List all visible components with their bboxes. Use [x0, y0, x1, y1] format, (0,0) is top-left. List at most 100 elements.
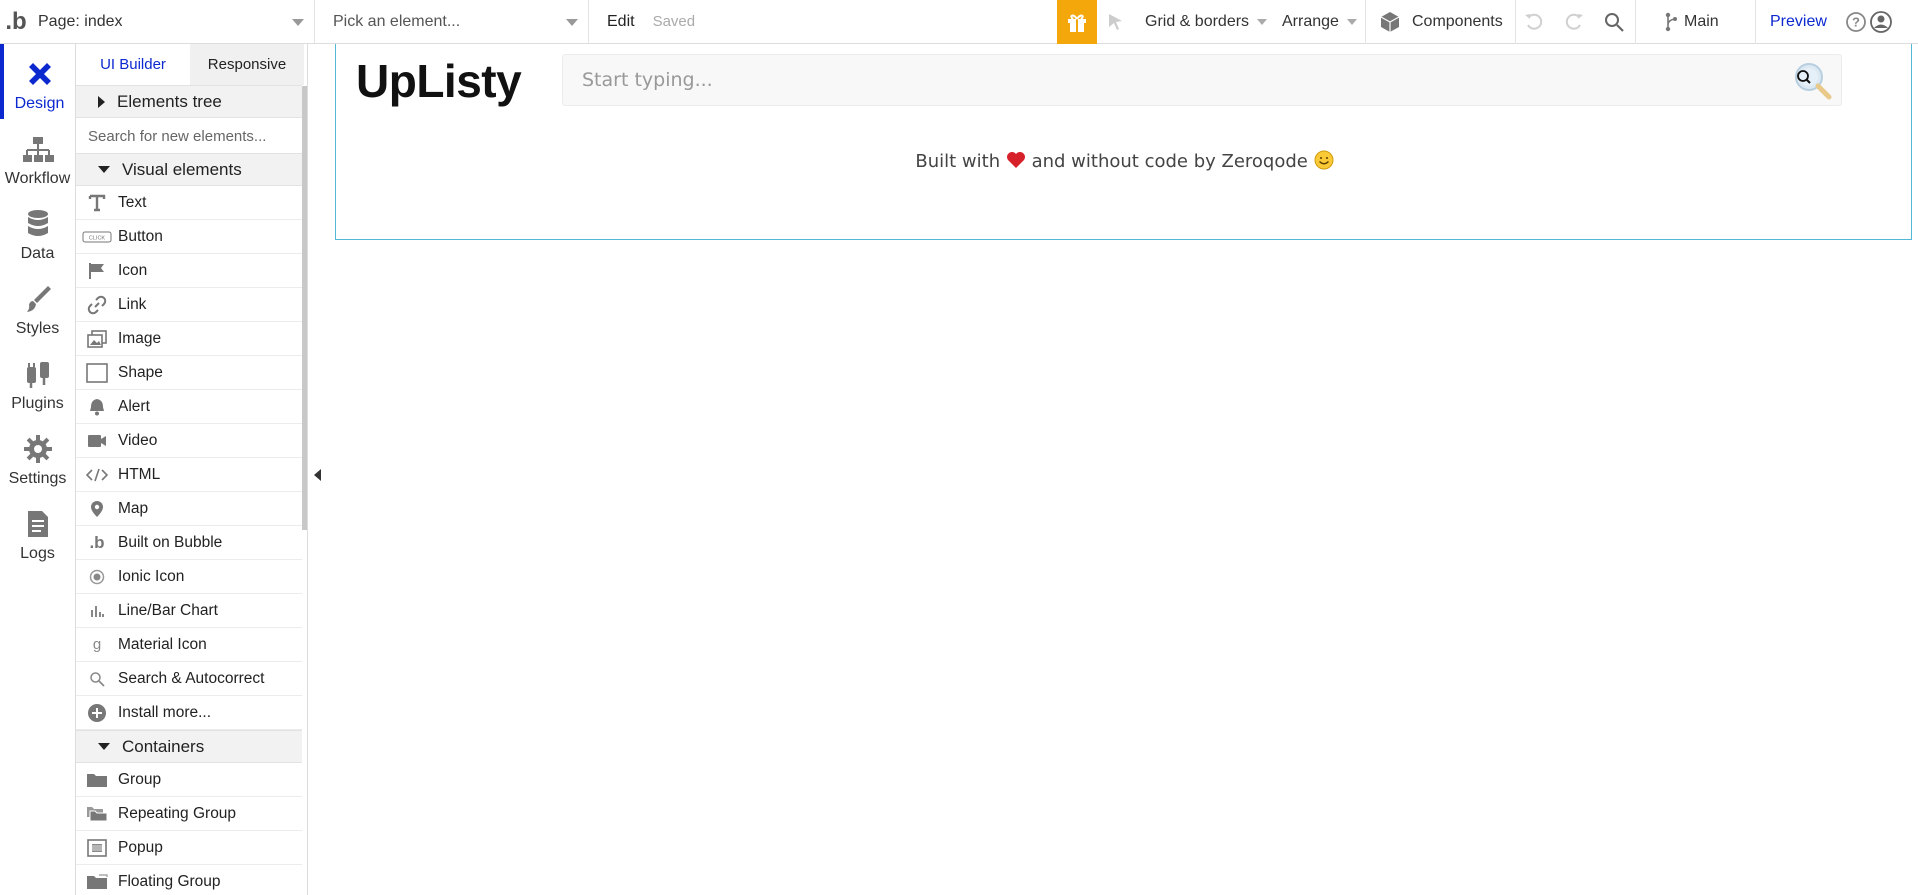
bubble-b-icon: .b [89, 532, 105, 552]
element-icon[interactable]: Icon [76, 254, 302, 288]
tab-responsive[interactable]: Responsive [190, 44, 304, 85]
help-button[interactable]: ? [1845, 0, 1867, 44]
redo-icon [1565, 13, 1583, 30]
element-button[interactable]: CLICK Button [76, 220, 302, 254]
branch-label: Main [1684, 13, 1719, 30]
element-label: Alert [118, 397, 150, 415]
caret-down-icon [98, 166, 110, 173]
redo-button[interactable] [1563, 0, 1585, 44]
button-icon: CLICK [76, 231, 118, 243]
help-icon: ? [1846, 12, 1866, 32]
search-button[interactable] [1603, 0, 1625, 44]
containers-header[interactable]: Containers [76, 730, 302, 763]
nav-design[interactable]: Design [0, 44, 75, 119]
element-install-more[interactable]: Install more... [76, 696, 302, 730]
svg-text:CLICK: CLICK [89, 235, 106, 241]
folders-icon [76, 806, 118, 822]
chevron-down-icon [1346, 19, 1357, 25]
page-preview-frame[interactable]: UpListy Built with and without code by Z… [335, 44, 1912, 240]
material-g-icon: g [92, 636, 102, 653]
undo-button[interactable] [1523, 0, 1545, 44]
element-html[interactable]: HTML [76, 458, 302, 492]
edit-menu[interactable]: Edit [607, 13, 635, 31]
collapse-palette-icon[interactable] [314, 469, 321, 481]
image-icon [76, 329, 118, 348]
preview-link[interactable]: Preview [1770, 0, 1827, 44]
element-alert[interactable]: Alert [76, 390, 302, 424]
arrange-menu[interactable]: Arrange [1282, 0, 1357, 44]
design-icon [28, 63, 51, 85]
magnifier-icon [76, 671, 118, 687]
code-icon [76, 468, 118, 482]
gift-button[interactable] [1057, 0, 1097, 44]
element-floating-group[interactable]: Floating Group [76, 865, 302, 895]
element-text[interactable]: Text [76, 186, 302, 220]
element-line-bar-chart[interactable]: Line/Bar Chart [76, 594, 302, 628]
nav-plugins[interactable]: Plugins [0, 344, 75, 419]
element-label: Ionic Icon [118, 567, 185, 585]
elements-tree-header[interactable]: Elements tree [76, 85, 302, 118]
brand-logo-text[interactable]: UpListy [356, 54, 522, 108]
element-image[interactable]: Image [76, 322, 302, 356]
built-with-author-text: and without code by Zeroqode [1031, 151, 1308, 172]
nav-data[interactable]: Data [0, 194, 75, 269]
magnifier-icon[interactable] [1791, 61, 1835, 101]
chevron-down-icon [292, 19, 304, 26]
element-group[interactable]: Group [76, 763, 302, 797]
visual-elements-label: Visual elements [122, 159, 242, 179]
element-picker[interactable]: Pick an element... [315, 0, 589, 43]
element-video[interactable]: Video [76, 424, 302, 458]
tab-ui-builder[interactable]: UI Builder [76, 44, 190, 85]
nav-settings[interactable]: Settings [0, 419, 75, 494]
grid-borders-menu[interactable]: Grid & borders [1145, 0, 1268, 44]
element-map[interactable]: Map [76, 492, 302, 526]
element-shape[interactable]: Shape [76, 356, 302, 390]
element-search-input[interactable] [76, 119, 302, 153]
elements-tree-label: Elements tree [117, 91, 222, 111]
app-search-box[interactable] [562, 54, 1842, 106]
palette-scrollbar[interactable] [302, 86, 307, 530]
edit-status: Edit Saved [589, 0, 695, 43]
element-label: Icon [118, 261, 148, 279]
popup-icon [76, 838, 118, 857]
element-popup[interactable]: Popup [76, 831, 302, 865]
plus-circle-icon [76, 703, 118, 723]
built-with-text: Built with [915, 151, 1001, 172]
nav-logs[interactable]: Logs [0, 494, 75, 569]
element-ionic-icon[interactable]: Ionic Icon [76, 560, 302, 594]
svg-text:?: ? [1852, 15, 1860, 30]
design-canvas[interactable]: UpListy Built with and without code by Z… [325, 44, 1918, 895]
square-icon [76, 362, 118, 383]
visual-elements-header[interactable]: Visual elements [76, 153, 302, 186]
radio-icon [76, 569, 118, 585]
bubble-logo[interactable]: .b [0, 0, 32, 43]
element-label: Map [118, 499, 149, 517]
smiley-icon [1314, 150, 1334, 170]
select-cursor-button[interactable] [1106, 0, 1126, 44]
left-navigation: Design Workflow Data Styles Plugins Sett… [0, 44, 76, 895]
components-button[interactable]: Components [1378, 0, 1503, 44]
nav-workflow[interactable]: Workflow [0, 119, 75, 194]
element-label: Material Icon [118, 635, 207, 653]
element-label: Install more... [118, 703, 212, 721]
element-built-on-bubble[interactable]: .b Built on Bubble [76, 526, 302, 560]
element-label: Shape [118, 363, 163, 381]
floating-folder-icon [76, 873, 118, 890]
preview-label: Preview [1770, 13, 1827, 30]
element-material-icon[interactable]: g Material Icon [76, 628, 302, 662]
page-selector[interactable]: Page: index [32, 0, 315, 43]
grid-borders-label: Grid & borders [1145, 13, 1250, 30]
bar-chart-icon [76, 604, 118, 618]
nav-styles[interactable]: Styles [0, 269, 75, 344]
element-palette: UI Builder Responsive Elements tree Visu… [76, 44, 308, 895]
app-search-input[interactable] [563, 55, 1783, 105]
element-search-autocorrect[interactable]: Search & Autocorrect [76, 662, 302, 696]
plug-icon [26, 362, 49, 388]
nav-label: Workflow [4, 170, 71, 187]
account-button[interactable] [1869, 0, 1893, 44]
element-repeating-group[interactable]: Repeating Group [76, 797, 302, 831]
element-link[interactable]: Link [76, 288, 302, 322]
branch-selector[interactable]: Main [1664, 0, 1719, 44]
element-label: HTML [118, 465, 161, 483]
gift-icon [1068, 14, 1086, 32]
